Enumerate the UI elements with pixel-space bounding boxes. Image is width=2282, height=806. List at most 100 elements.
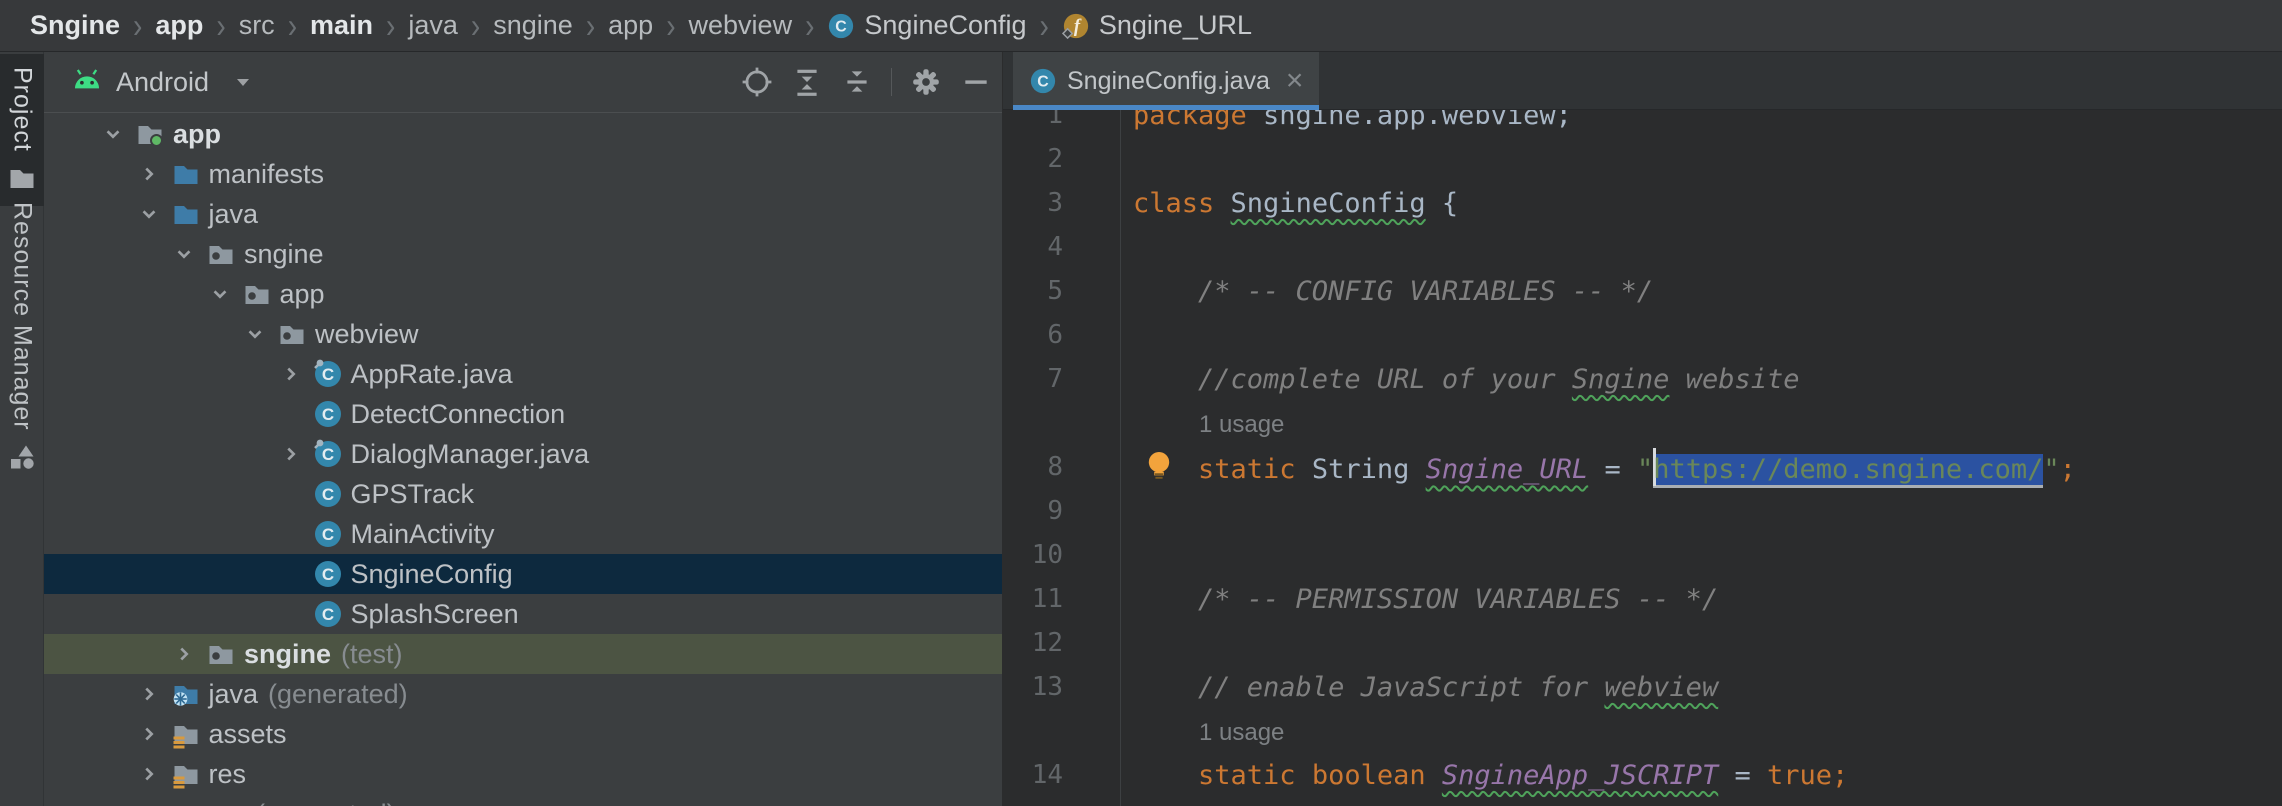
line-number[interactable]: 11 <box>1003 584 1120 614</box>
code-line-6[interactable]: 6 <box>1003 313 2282 357</box>
breadcrumb-app[interactable]: app <box>155 10 203 41</box>
tree-item-webview[interactable]: webview <box>44 314 1002 354</box>
code-line-7[interactable]: 7 //complete URL of your Sngine website <box>1003 357 2282 401</box>
line-number[interactable]: 9 <box>1003 496 1120 526</box>
chevron-right-icon[interactable] <box>137 162 171 186</box>
chevron-right-icon[interactable] <box>279 442 313 466</box>
tree-item-detectconnection[interactable]: CDetectConnection <box>44 394 1002 434</box>
line-number[interactable]: 3 <box>1003 188 1120 218</box>
code-line-2[interactable]: 2 <box>1003 137 2282 181</box>
line-content[interactable]: static String Sngine_URL = "https://demo… <box>1120 448 2282 486</box>
code-line-14[interactable]: 14 static boolean SngineApp_JSCRIPT = tr… <box>1003 753 2282 797</box>
chevron-down-icon[interactable] <box>243 322 277 346</box>
tab-sngineconfig-java[interactable]: C SngineConfig.java × <box>1013 52 1319 110</box>
tree-item-res-generated[interactable]: res(generated) <box>44 794 1002 806</box>
settings-icon[interactable] <box>908 64 944 100</box>
code-area[interactable]: 1package sngine.app.webview;23class Sngi… <box>1003 110 2282 797</box>
usage-hint-row[interactable]: 1 usage <box>1003 401 2282 445</box>
code-line-9[interactable]: 9 <box>1003 489 2282 533</box>
line-content[interactable]: //complete URL of your Sngine website <box>1120 364 2282 395</box>
usage-hint[interactable]: 1 usage <box>1199 719 1284 746</box>
breadcrumb-app[interactable]: app <box>608 10 653 41</box>
code-line-8[interactable]: 8 static String Sngine_URL = "https://de… <box>1003 445 2282 489</box>
code-token: // enable JavaScript for <box>1133 672 1604 703</box>
chevron-right-icon[interactable] <box>279 362 313 386</box>
line-content[interactable]: 1 usage <box>1120 716 2282 747</box>
line-number[interactable]: 5 <box>1003 276 1120 306</box>
tree-item-assets[interactable]: assets <box>44 714 1002 754</box>
chevron-right-icon[interactable] <box>137 722 171 746</box>
breadcrumb-sngine[interactable]: sngine <box>493 10 573 41</box>
chevron-right-icon[interactable] <box>137 802 171 806</box>
breadcrumb-sngine-url[interactable]: fSngine_URL <box>1062 10 1252 41</box>
locate-icon[interactable] <box>739 64 775 100</box>
line-number[interactable]: 13 <box>1003 672 1120 702</box>
tree-item-res[interactable]: res <box>44 754 1002 794</box>
line-number[interactable]: 7 <box>1003 364 1120 394</box>
tree-item-app[interactable]: app <box>44 114 1002 154</box>
line-content[interactable]: 1 usage <box>1120 408 2282 439</box>
code-line-4[interactable]: 4 <box>1003 225 2282 269</box>
code-line-11[interactable]: 11 /* -- PERMISSION VARIABLES -- */ <box>1003 577 2282 621</box>
tree-item-mainactivity[interactable]: CMainActivity <box>44 514 1002 554</box>
breadcrumb-java[interactable]: java <box>408 10 458 41</box>
line-number[interactable]: 4 <box>1003 232 1120 262</box>
code-line-3[interactable]: 3class SngineConfig { <box>1003 181 2282 225</box>
breadcrumb-webview[interactable]: webview <box>689 10 793 41</box>
breadcrumb-separator: › <box>471 6 480 46</box>
chevron-right-icon[interactable] <box>172 642 206 666</box>
tree-item-app[interactable]: app <box>44 274 1002 314</box>
tree-item-sngine[interactable]: sngine <box>44 234 1002 274</box>
line-number[interactable]: 1 <box>1003 110 1120 130</box>
code-token: Sngine <box>1572 364 1670 395</box>
intention-bulb-icon[interactable] <box>1141 449 1177 485</box>
tool-button-resource-manager[interactable]: Resource Manager <box>0 220 44 454</box>
chevron-down-icon[interactable] <box>137 202 171 226</box>
code-token: sngine.app.webview; <box>1263 110 1572 131</box>
code-line-5[interactable]: 5 /* -- CONFIG VARIABLES -- */ <box>1003 269 2282 313</box>
tree-item-java[interactable]: java <box>44 194 1002 234</box>
breadcrumb-sngine[interactable]: Sngine <box>30 10 120 41</box>
usage-hint-row[interactable]: 1 usage <box>1003 709 2282 753</box>
expand-all-icon[interactable] <box>789 64 825 100</box>
hide-icon[interactable] <box>958 64 994 100</box>
line-number[interactable]: 2 <box>1003 144 1120 174</box>
code-line-12[interactable]: 12 <box>1003 621 2282 665</box>
line-content[interactable]: package sngine.app.webview; <box>1120 110 2282 131</box>
line-content[interactable]: class SngineConfig { <box>1120 188 2282 219</box>
tree-item-sngineconfig[interactable]: CSngineConfig <box>44 554 1002 594</box>
editor[interactable]: 1package sngine.app.webview;23class Sngi… <box>1003 110 2282 806</box>
chevron-down-icon[interactable] <box>172 242 206 266</box>
line-number[interactable]: 6 <box>1003 320 1120 350</box>
code-line-1[interactable]: 1package sngine.app.webview; <box>1003 110 2282 137</box>
line-content[interactable]: /* -- CONFIG VARIABLES -- */ <box>1120 276 2282 307</box>
tool-button-project[interactable]: Project <box>0 54 44 206</box>
usage-hint[interactable]: 1 usage <box>1199 411 1284 438</box>
tree-item-sngine-test[interactable]: sngine(test) <box>44 634 1002 674</box>
tree-item-dialogmanager-java[interactable]: CDialogManager.java <box>44 434 1002 474</box>
line-number[interactable]: 14 <box>1003 760 1120 790</box>
collapse-all-icon[interactable] <box>839 64 875 100</box>
line-content[interactable]: static boolean SngineApp_JSCRIPT = true; <box>1120 760 2282 791</box>
breadcrumb-src[interactable]: src <box>239 10 275 41</box>
chevron-down-icon[interactable] <box>101 122 135 146</box>
breadcrumb-sngineconfig[interactable]: CSngineConfig <box>827 10 1026 41</box>
line-number[interactable]: 12 <box>1003 628 1120 658</box>
line-number[interactable]: 10 <box>1003 540 1120 570</box>
line-content[interactable]: /* -- PERMISSION VARIABLES -- */ <box>1120 584 2282 615</box>
tree-item-java-generated[interactable]: java(generated) <box>44 674 1002 714</box>
chevron-right-icon[interactable] <box>137 682 171 706</box>
tree-item-gpstrack[interactable]: CGPSTrack <box>44 474 1002 514</box>
code-line-10[interactable]: 10 <box>1003 533 2282 577</box>
line-content[interactable]: // enable JavaScript for webview <box>1120 672 2282 703</box>
close-icon[interactable]: × <box>1286 66 1304 96</box>
breadcrumb-main[interactable]: main <box>310 10 373 41</box>
tree-item-splashscreen[interactable]: CSplashScreen <box>44 594 1002 634</box>
code-line-13[interactable]: 13 // enable JavaScript for webview <box>1003 665 2282 709</box>
tree-item-apprate-java[interactable]: CAppRate.java <box>44 354 1002 394</box>
view-selector[interactable]: Android <box>70 67 253 98</box>
line-number[interactable]: 8 <box>1003 452 1120 482</box>
chevron-right-icon[interactable] <box>137 762 171 786</box>
chevron-down-icon[interactable] <box>208 282 242 306</box>
tree-item-manifests[interactable]: manifests <box>44 154 1002 194</box>
